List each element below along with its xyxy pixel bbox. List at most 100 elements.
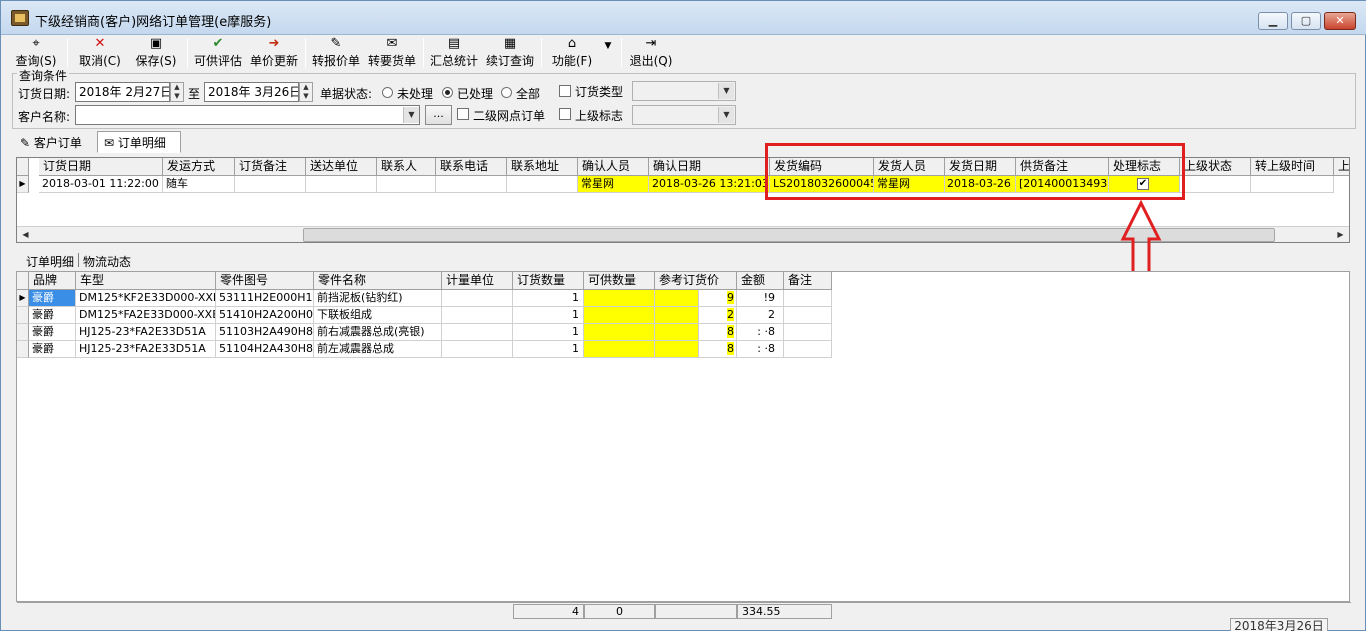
available-qty-cell[interactable]: [584, 341, 655, 358]
brand-cell[interactable]: 豪爵: [29, 307, 76, 324]
query-button[interactable]: ⌖ 查询(S): [13, 35, 59, 69]
customer-browse-button[interactable]: ...: [425, 105, 452, 125]
brand-cell[interactable]: 豪爵: [29, 324, 76, 341]
col-order-note[interactable]: 订货备注: [235, 158, 306, 176]
col-ref-price[interactable]: 参考订货价: [655, 272, 737, 290]
col-contact-phone[interactable]: 联系电话: [436, 158, 507, 176]
date-from-spinner[interactable]: ▲ ▼: [170, 82, 184, 102]
confirm-date-cell[interactable]: 2018-03-26 13:21:03: [649, 176, 770, 193]
tab-customer-orders[interactable]: ✎ 客户订单: [13, 131, 97, 153]
order-qty-cell[interactable]: 1: [513, 307, 584, 324]
col-order-qty[interactable]: 订货数量: [513, 272, 584, 290]
unit-cell[interactable]: [442, 307, 513, 324]
save-button[interactable]: ▣ 保存(S): [133, 35, 179, 69]
shipping-cell[interactable]: 随车: [163, 176, 235, 193]
phone-cell[interactable]: [436, 176, 507, 193]
ref-price-cell-left[interactable]: [655, 290, 699, 307]
amount-cell[interactable]: 2: [737, 307, 784, 324]
col-part-no[interactable]: 零件图号: [216, 272, 314, 290]
brand-cell[interactable]: 豪爵: [29, 341, 76, 358]
delivery-unit-cell[interactable]: [306, 176, 377, 193]
date-to-field[interactable]: 2018年 3月26日: [204, 82, 299, 102]
order-date-cell[interactable]: 2018-03-01 11:22:00: [39, 176, 163, 193]
col-part-name[interactable]: 零件名称: [314, 272, 442, 290]
part-name-cell[interactable]: 下联板组成: [314, 307, 442, 324]
col-brand[interactable]: 品牌: [29, 272, 76, 290]
status-radio-all[interactable]: [501, 87, 512, 98]
ref-price-cell[interactable]: 2: [699, 307, 737, 324]
order-qty-cell[interactable]: 1: [513, 290, 584, 307]
model-cell[interactable]: DM125*KF2E33D000-XXE61: [76, 290, 216, 307]
col-contact[interactable]: 联系人: [377, 158, 436, 176]
ref-price-cell[interactable]: 8: [699, 341, 737, 358]
unit-cell[interactable]: [442, 341, 513, 358]
col-confirm-date[interactable]: 确认日期: [649, 158, 770, 176]
col-delivery-unit[interactable]: 送达单位: [306, 158, 377, 176]
unit-cell[interactable]: [442, 290, 513, 307]
upper-status-cell[interactable]: [1180, 176, 1251, 193]
col-model[interactable]: 车型: [76, 272, 216, 290]
order-qty-cell[interactable]: 1: [513, 341, 584, 358]
reorder-query-button[interactable]: ▦ 续订查询: [483, 35, 537, 69]
date-to-spinner[interactable]: ▲ ▼: [299, 82, 313, 102]
evaluate-button[interactable]: ✔ 可供评估: [193, 35, 243, 69]
to-order-button[interactable]: ✉ 转要货单: [365, 35, 419, 69]
part-no-cell[interactable]: 51103H2A490H801: [216, 324, 314, 341]
ref-price-cell[interactable]: 9: [699, 290, 737, 307]
tab-order-details[interactable]: ✉ 订单明细: [97, 131, 181, 153]
part-name-cell[interactable]: 前左减震器总成: [314, 341, 442, 358]
subtab-order-details[interactable]: 订单明细: [26, 253, 74, 270]
amount-cell[interactable]: : ·8: [737, 341, 784, 358]
part-no-cell[interactable]: 51410H2A200H000: [216, 307, 314, 324]
brand-cell[interactable]: 豪爵: [29, 290, 76, 307]
date-from-field[interactable]: 2018年 2月27日: [75, 82, 170, 102]
function-dropdown-arrow[interactable]: ▼: [599, 35, 617, 69]
part-name-cell[interactable]: 前挡泥板(钻豹红): [314, 290, 442, 307]
ref-price-cell-left[interactable]: [655, 324, 699, 341]
address-cell[interactable]: [507, 176, 578, 193]
remark-cell[interactable]: [784, 307, 832, 324]
col-amount[interactable]: 金额: [737, 272, 784, 290]
customer-chevron-down-icon[interactable]: ▼: [403, 107, 419, 123]
col-remark[interactable]: 备注: [784, 272, 832, 290]
col-order-date[interactable]: 订货日期: [39, 158, 163, 176]
status-radio-unprocessed[interactable]: [382, 87, 393, 98]
remark-cell[interactable]: [784, 324, 832, 341]
part-no-cell[interactable]: 51104H2A430H801: [216, 341, 314, 358]
model-cell[interactable]: DM125*FA2E33D000-XXE: [76, 307, 216, 324]
order-type-select[interactable]: ▼: [632, 81, 736, 101]
ref-price-cell-left[interactable]: [655, 307, 699, 324]
amount-cell[interactable]: : ·8: [737, 324, 784, 341]
remark-cell[interactable]: [784, 341, 832, 358]
model-cell[interactable]: HJ125-23*FA2E33D51A: [76, 324, 216, 341]
scroll-right-icon[interactable]: ▶: [1332, 227, 1349, 242]
subtab-logistics[interactable]: 物流动态: [83, 253, 131, 270]
summary-button[interactable]: ▤ 汇总统计: [427, 35, 481, 69]
model-cell[interactable]: HJ125-23*FA2E33D51A: [76, 341, 216, 358]
contact-cell[interactable]: [377, 176, 436, 193]
col-unit[interactable]: 计量单位: [442, 272, 513, 290]
upper-flag-select[interactable]: ▼: [632, 105, 736, 125]
ref-price-cell[interactable]: 8: [699, 324, 737, 341]
part-name-cell[interactable]: 前右减震器总成(亮银): [314, 324, 442, 341]
scroll-left-icon[interactable]: ◀: [17, 227, 34, 242]
close-button[interactable]: ✕: [1324, 12, 1356, 30]
col-upper[interactable]: 上级: [1334, 158, 1349, 176]
second-level-checkbox[interactable]: [457, 108, 469, 120]
order-note-cell[interactable]: [235, 176, 306, 193]
available-qty-cell[interactable]: [584, 307, 655, 324]
exit-button[interactable]: ⇥ 退出(Q): [627, 35, 675, 69]
minimize-button[interactable]: ▁: [1258, 12, 1288, 30]
function-button[interactable]: ⌂ 功能(F): [547, 35, 597, 69]
available-qty-cell[interactable]: [584, 290, 655, 307]
unit-cell[interactable]: [442, 324, 513, 341]
part-no-cell[interactable]: 53111H2E000H107: [216, 290, 314, 307]
col-shipping[interactable]: 发运方式: [163, 158, 235, 176]
customer-select[interactable]: [75, 105, 420, 125]
maximize-button[interactable]: ▢: [1291, 12, 1321, 30]
order-type-checkbox[interactable]: [559, 85, 571, 97]
upper-flag-checkbox[interactable]: [559, 108, 571, 120]
to-quote-button[interactable]: ✎ 转报价单: [309, 35, 363, 69]
available-qty-cell[interactable]: [584, 324, 655, 341]
col-available-qty[interactable]: 可供数量: [584, 272, 655, 290]
